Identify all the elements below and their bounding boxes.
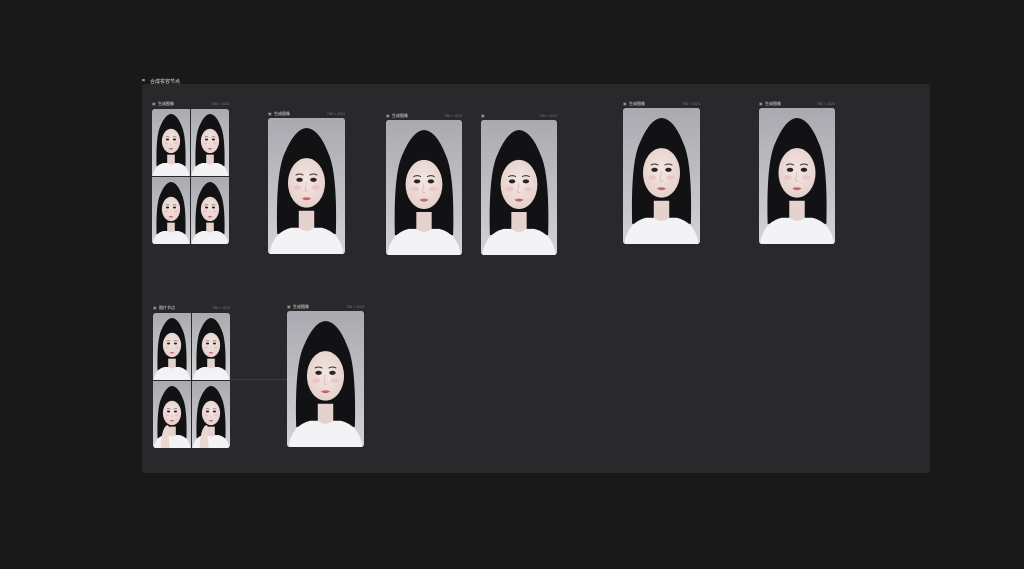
image-node-icon: ▣ bbox=[623, 101, 627, 106]
portrait-illustration bbox=[153, 381, 191, 448]
portrait-image bbox=[153, 313, 191, 380]
node-header[interactable]: ▣ 生成图像 768 × 1024 bbox=[268, 110, 345, 118]
image-card[interactable] bbox=[287, 311, 364, 447]
node-title: 生成图像 bbox=[392, 113, 408, 118]
node-header[interactable]: ▣ 生成图像 768 × 1024 bbox=[759, 100, 835, 108]
portrait-illustration bbox=[192, 381, 230, 448]
node-title: 生成图像 bbox=[274, 111, 290, 116]
node-size: 768 × 1024 bbox=[345, 305, 364, 309]
portrait-illustration bbox=[152, 177, 190, 244]
node-header[interactable]: ▣ 生成图像 768 × 1024 bbox=[623, 100, 700, 108]
portrait-image bbox=[192, 381, 230, 448]
image-card[interactable] bbox=[623, 108, 700, 244]
image-node-icon: ▣ bbox=[153, 305, 157, 310]
node-size: 768 × 1024 bbox=[443, 114, 462, 118]
portrait-image bbox=[191, 109, 229, 176]
node-header[interactable]: ▣ 图片节点 768 × 1024 bbox=[153, 304, 230, 312]
portrait-image bbox=[152, 177, 190, 244]
node-size: 768 × 1024 bbox=[326, 112, 345, 116]
image-node-icon: ▣ bbox=[386, 113, 390, 118]
node-title: 生成图像 bbox=[765, 101, 781, 106]
portrait-image bbox=[153, 381, 191, 448]
portrait-illustration bbox=[153, 313, 191, 380]
node-title: 生成图像 bbox=[158, 101, 174, 106]
image-node-icon: ▣ bbox=[287, 304, 291, 309]
node-title: 图片节点 bbox=[159, 305, 175, 310]
node-header[interactable]: ▣ 生成图像 768 × 1024 bbox=[386, 112, 462, 120]
node-size: 768 × 1024 bbox=[816, 102, 835, 106]
portrait-image bbox=[192, 313, 230, 380]
image-node-icon: ▣ bbox=[152, 101, 156, 106]
node-connector bbox=[230, 379, 288, 380]
portrait-illustration bbox=[481, 120, 557, 255]
node-title: 生成图像 bbox=[293, 304, 309, 309]
image-card[interactable] bbox=[268, 118, 345, 254]
image-card[interactable] bbox=[152, 109, 229, 244]
portrait-illustration bbox=[759, 108, 835, 244]
image-node-icon: ▣ bbox=[481, 113, 485, 118]
image-card[interactable] bbox=[153, 313, 230, 448]
node-size: 768 × 1024 bbox=[538, 114, 557, 118]
image-node-icon: ▣ bbox=[759, 101, 763, 106]
image-node-icon: ▣ bbox=[268, 111, 272, 116]
portrait-image bbox=[152, 109, 190, 176]
image-card[interactable] bbox=[759, 108, 835, 244]
node-header[interactable]: ▣ 生成图像 768 × 1024 bbox=[152, 100, 229, 108]
node-size: 768 × 1024 bbox=[210, 102, 229, 106]
portrait-illustration bbox=[191, 109, 229, 176]
image-card[interactable] bbox=[481, 120, 557, 255]
node-header[interactable]: ▣ 生成图像 768 × 1024 bbox=[287, 303, 364, 311]
portrait-illustration bbox=[623, 108, 700, 244]
image-card[interactable] bbox=[386, 120, 462, 255]
portrait-illustration bbox=[152, 109, 190, 176]
frame-icon: ⌗ bbox=[142, 77, 145, 84]
portrait-illustration bbox=[268, 118, 345, 254]
portrait-illustration bbox=[192, 313, 230, 380]
node-title: 生成图像 bbox=[629, 101, 645, 106]
node-size: 768 × 1024 bbox=[681, 102, 700, 106]
portrait-illustration bbox=[287, 311, 364, 447]
node-header[interactable]: ▣ 768 × 1024 bbox=[481, 112, 557, 120]
portrait-image bbox=[191, 177, 229, 244]
portrait-illustration bbox=[386, 120, 462, 255]
node-size: 768 × 1024 bbox=[211, 306, 230, 310]
portrait-illustration bbox=[191, 177, 229, 244]
